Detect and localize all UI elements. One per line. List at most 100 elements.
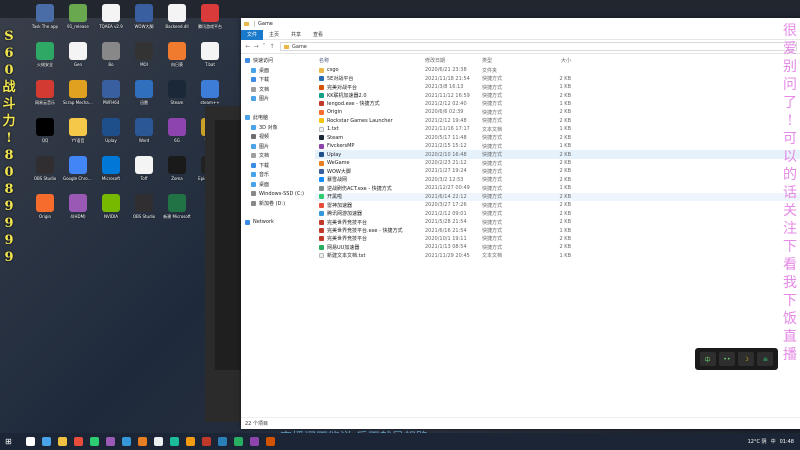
desktop-icon[interactable]: Word xyxy=(129,116,159,152)
file-row[interactable]: csgo 2020/6/21 23:38 文件夹 xyxy=(315,66,800,74)
taskbar-app-icon[interactable] xyxy=(138,437,147,446)
nav-item[interactable]: 桌面 xyxy=(241,66,315,76)
file-row[interactable]: WOW大脚 2021/1/27 19:24 快捷方式 2 KB xyxy=(315,167,800,175)
file-row[interactable]: WeGame 2020/2/23 21:12 快捷方式 2 KB xyxy=(315,159,800,167)
file-row[interactable]: Origin 2020/6/6 02:39 快捷方式 2 KB xyxy=(315,108,800,116)
file-row[interactable]: Uplay 2020/2/10 16:48 快捷方式 2 KB xyxy=(315,150,800,159)
desktop-icon[interactable]: Origin xyxy=(30,192,60,228)
desktop-icon[interactable]: 火绒安全 xyxy=(30,40,60,76)
desktop-icon[interactable]: Microsoft xyxy=(96,154,126,190)
taskbar-app-icon[interactable] xyxy=(266,437,275,446)
desktop-icon[interactable]: Gen xyxy=(63,40,93,76)
file-row[interactable]: 暴雪战网 2020/3/2 12:53 快捷方式 2 KB xyxy=(315,176,800,184)
taskbar-app-icon[interactable] xyxy=(106,437,115,446)
floating-toolbar-button[interactable]: 中 xyxy=(699,352,716,366)
file-row[interactable]: 逆战刷伤ACT.exe - 快捷方式 2021/12/27 00:49 快捷方式 1 … xyxy=(315,184,800,192)
file-row[interactable]: 完美世界竞技平台 2020/10/1 19:11 快捷方式 2 KB xyxy=(315,235,800,243)
desktop-icon[interactable]: OBS Studio xyxy=(30,154,60,190)
nav-item[interactable]: 下载 xyxy=(241,75,315,85)
file-row[interactable]: lengod.exe - 快捷方式 2021/2/12 02:40 快捷方式 1 KB xyxy=(315,100,800,108)
file-row[interactable]: 雷神加速器 2020/3/27 17:26 快捷方式 2 KB xyxy=(315,201,800,209)
ime-indicator[interactable]: 中 xyxy=(771,438,776,445)
file-row[interactable]: 1.txt 2021/11/16 17:17 文本文档 1 KB xyxy=(315,125,800,133)
taskbar-app-icon[interactable] xyxy=(58,437,67,446)
desktop-icon[interactable]: Bo xyxy=(96,40,126,76)
taskbar-app-icon[interactable] xyxy=(186,437,195,446)
titlebar[interactable]: Game xyxy=(241,18,800,30)
desktop-icon[interactable]: Toff xyxy=(129,154,159,190)
desktop-icon[interactable]: PWFH64 xyxy=(96,78,126,114)
desktop-icon[interactable]: NVIDIA xyxy=(96,192,126,228)
column-header[interactable]: 名称 xyxy=(315,57,425,64)
taskbar-app-icon[interactable] xyxy=(26,437,35,446)
nav-item[interactable]: 快速访问 xyxy=(241,56,315,66)
nav-item[interactable]: 下载 xyxy=(241,161,315,171)
file-row[interactable]: FivckersMP 2021/2/15 15:12 快捷方式 1 KB xyxy=(315,142,800,150)
nav-item[interactable]: 图片 xyxy=(241,94,315,104)
address-input[interactable]: Game xyxy=(280,42,797,51)
file-row[interactable]: 开黑啦 2021/6/14 22:12 快捷方式 2 KB xyxy=(315,192,800,201)
file-row[interactable]: 网易UU加速器 2021/1/13 08:54 快捷方式 2 KB xyxy=(315,243,800,251)
chevron-down-icon[interactable]: ˅ xyxy=(260,43,268,50)
column-header[interactable]: 修改日期 xyxy=(425,57,482,64)
taskbar-app-icon[interactable] xyxy=(218,437,227,446)
file-row[interactable]: KK联机加速器2.0 2021/11/12 16:59 快捷方式 2 KB xyxy=(315,91,800,99)
desktop-icon[interactable]: 网易云音乐 xyxy=(30,78,60,114)
start-icon[interactable]: ⊞ xyxy=(5,437,15,447)
desktop-icon[interactable]: 迅雷 xyxy=(129,78,159,114)
floating-toolbar-button[interactable]: •• xyxy=(718,352,735,366)
nav-item[interactable]: 新加卷 (D:) xyxy=(241,199,315,209)
nav-item[interactable]: Windows-SSD (C:) xyxy=(241,189,315,199)
tab-3[interactable]: 查看 xyxy=(307,30,329,40)
floating-toolbar-button[interactable]: ☽ xyxy=(738,352,755,366)
desktop-icon[interactable]: MOI xyxy=(129,40,159,76)
back-arrow-icon[interactable]: ← xyxy=(244,43,252,50)
desktop-icon[interactable]: Backend.dll xyxy=(162,2,192,38)
column-header[interactable]: 大小 xyxy=(536,57,571,64)
desktop-icon[interactable]: 4(HDM) xyxy=(63,192,93,228)
nav-item[interactable]: 视频 xyxy=(241,132,315,142)
tab-0[interactable]: 文件 xyxy=(241,29,264,40)
desktop-icon[interactable]: 腾讯游戏平台 xyxy=(195,2,225,38)
taskbar-app-icon[interactable] xyxy=(202,437,211,446)
desktop-icon[interactable]: Zoma xyxy=(162,154,192,190)
desktop-icon[interactable]: WOW大脚 xyxy=(129,2,159,38)
file-row[interactable]: 新建文本文档.txt 2021/11/29 20:45 文本文档 1 KB xyxy=(315,252,800,260)
tab-1[interactable]: 主页 xyxy=(263,30,285,40)
desktop-icon[interactable]: 91_release xyxy=(63,2,93,38)
desktop-icon[interactable]: Scrap Mechanic xyxy=(63,78,93,114)
nav-item[interactable]: 音乐 xyxy=(241,170,315,180)
file-row[interactable]: 5E对战平台 2021/11/18 21:54 快捷方式 2 KB xyxy=(315,74,800,82)
desktop-icon[interactable]: 6G xyxy=(162,116,192,152)
desktop-icon[interactable]: Google Chrome xyxy=(63,154,93,190)
nav-item[interactable]: 图片 xyxy=(241,142,315,152)
nav-item[interactable]: 桌面 xyxy=(241,180,315,190)
nav-item[interactable]: 文档 xyxy=(241,151,315,161)
file-row[interactable]: 完美对战平台 2021/3/8 16:13 快捷方式 1 KB xyxy=(315,83,800,91)
clock[interactable]: 01:48 xyxy=(780,439,794,445)
desktop-icon[interactable]: YY语音 xyxy=(63,116,93,152)
desktop-icon[interactable]: QQ xyxy=(30,116,60,152)
floating-toolbar-button[interactable]: ≡ xyxy=(757,352,774,366)
file-row[interactable]: 腾讯网游加速器 2021/2/12 09:01 快捷方式 2 KB xyxy=(315,209,800,217)
file-row[interactable]: 完美世界竞技平台 2021/5/28 21:54 快捷方式 2 KB xyxy=(315,218,800,226)
nav-item[interactable]: 3D 对象 xyxy=(241,123,315,133)
file-row[interactable]: 完美世界竞技平台.exe - 快捷方式 2021/6/16 21:54 快捷方式 1 … xyxy=(315,226,800,234)
taskbar-app-icon[interactable] xyxy=(250,437,259,446)
desktop-icon[interactable]: OBS Studio xyxy=(129,192,159,228)
desktop-icon[interactable]: Task The app xyxy=(30,2,60,38)
tab-2[interactable]: 共享 xyxy=(285,30,307,40)
taskbar-app-icon[interactable] xyxy=(234,437,243,446)
up-arrow-icon[interactable]: ↑ xyxy=(268,43,276,50)
taskbar-app-icon[interactable] xyxy=(74,437,83,446)
desktop-icon[interactable]: 新建 Microsoft xyxy=(162,192,192,228)
taskbar-app-icon[interactable] xyxy=(90,437,99,446)
file-row[interactable]: Rockstar Games Launcher 2021/2/12 19:48 快捷… xyxy=(315,117,800,125)
desktop-icon[interactable]: Steam xyxy=(162,78,192,114)
nav-item[interactable]: 此电脑 xyxy=(241,113,315,123)
nav-item[interactable]: 文档 xyxy=(241,85,315,95)
column-header[interactable]: 类型 xyxy=(482,57,536,64)
file-row[interactable]: Steam 2020/5/17 11:48 快捷方式 2 KB xyxy=(315,134,800,142)
desktop-icon[interactable]: 向日葵 xyxy=(162,40,192,76)
forward-arrow-icon[interactable]: → xyxy=(252,43,260,50)
